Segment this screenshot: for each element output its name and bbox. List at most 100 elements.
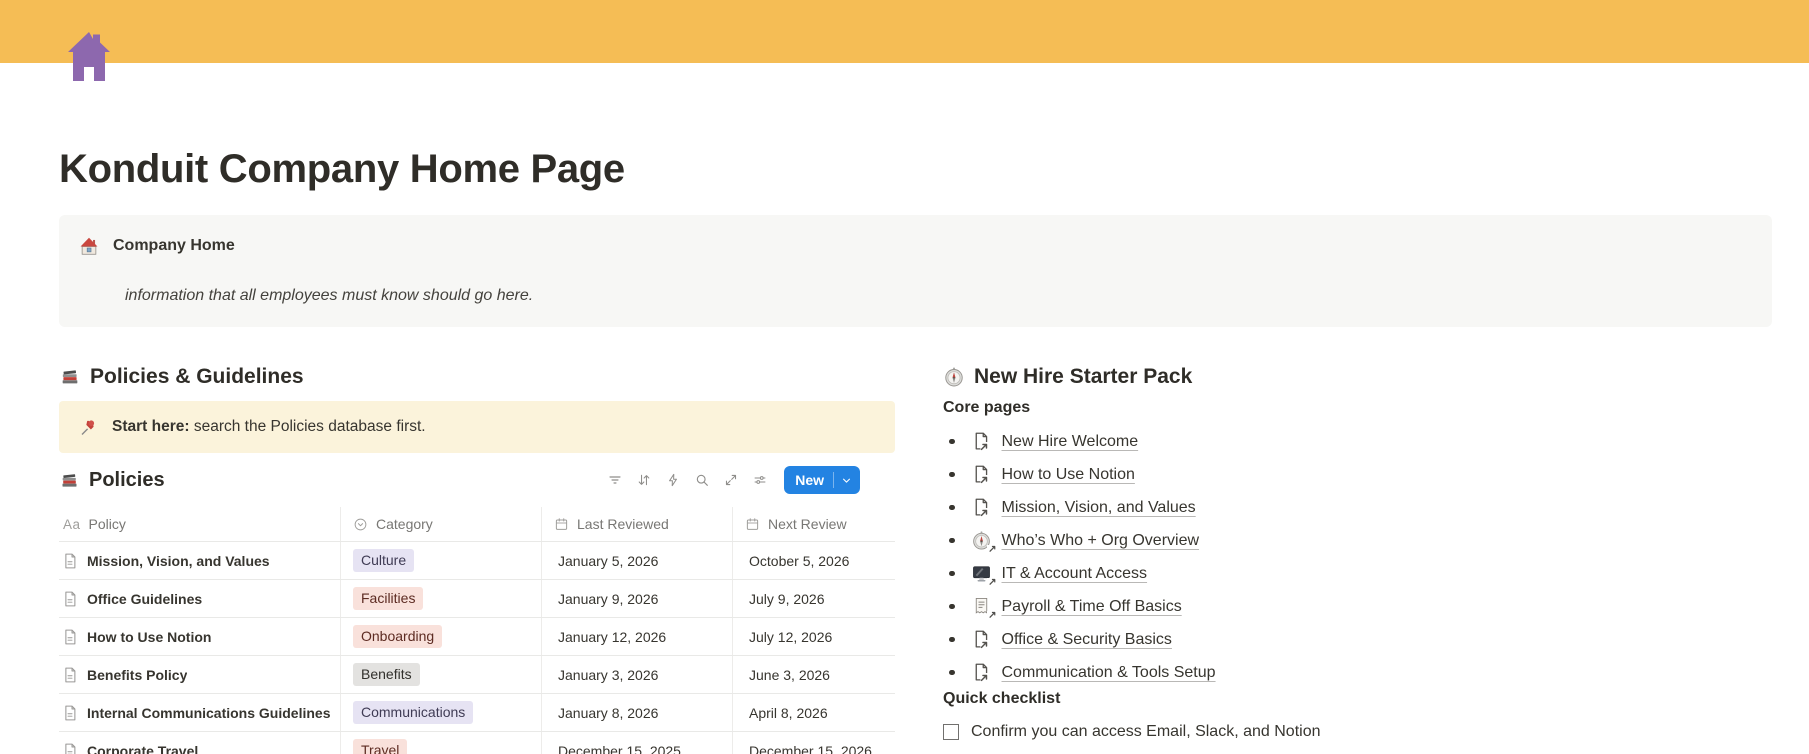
last-reviewed-date: December 15, 2025 [542,732,733,754]
page-link[interactable]: Mission, Vision, and Values [1002,499,1196,517]
chevron-down-icon[interactable] [840,474,853,487]
table-row[interactable]: Office Guidelines Facilities January 9, … [59,580,895,618]
column-header[interactable]: Next Review [733,507,895,541]
doc-icon [61,552,79,570]
page-title[interactable]: Konduit Company Home Page [59,147,1772,191]
page-link[interactable]: New Hire Welcome [1002,433,1139,451]
category-tag: Benefits [353,663,420,686]
page-icon [971,662,992,683]
page-link[interactable]: Office & Security Basics [1002,631,1172,649]
column-header-label: Policy [88,516,126,532]
page-link[interactable]: How to Use Notion [1002,466,1135,484]
bullet-icon [949,570,955,577]
text-icon: Aa [63,516,81,532]
page-icon: ↗ [971,563,997,588]
policy-page-link[interactable]: Benefits Policy [87,667,187,683]
checklist-item: Confirm you can access Email, Slack, and… [943,716,1772,748]
policy-page-link[interactable]: Mission, Vision, and Values [87,553,270,569]
policy-page-link[interactable]: Corporate Travel [87,743,198,754]
page-cover [0,0,1809,63]
column-header-label: Category [376,516,433,532]
page-icon: ↗ [971,530,997,555]
page-link[interactable]: Who’s Who + Org Overview [1002,532,1200,550]
policy-page-link[interactable]: How to Use Notion [87,629,211,645]
table-row[interactable]: Corporate Travel Travel December 15, 202… [59,732,895,754]
category-tag: Travel [353,739,408,754]
todo-checkbox[interactable] [943,724,959,740]
next-review-date: July 9, 2026 [749,590,825,607]
column-header-icon [554,517,569,532]
next-review-date: June 3, 2026 [749,666,830,683]
table-row[interactable]: Internal Communications Guidelines Commu… [59,694,895,732]
expand-icon[interactable] [723,472,739,488]
starter-pack-heading: New Hire Starter Pack [943,364,1772,390]
column-header[interactable]: Aa Policy [59,507,341,541]
link-arrow-icon: ↗ [987,544,997,555]
books-icon [59,366,81,388]
next-review-date: October 5, 2026 [749,552,850,569]
doc-icon [61,590,79,608]
db-toolbar-icons [607,472,768,488]
table-row[interactable]: How to Use Notion Onboarding January 12,… [59,618,895,656]
core-page-item[interactable]: ↗ Who’s Who + Org Overview [943,524,1772,557]
bullet-icon [949,537,955,544]
notion-page: Konduit Company Home Page Company Home i… [0,0,1809,754]
page-link-icon [971,497,992,518]
callout-note: information that all employees must know… [125,287,534,304]
filter-icon[interactable] [607,472,623,488]
quick-checklist-label: Quick checklist [943,690,1061,707]
core-page-item[interactable]: How to Use Notion [943,458,1772,491]
page-link[interactable]: IT & Account Access [1002,565,1148,583]
bolt-icon[interactable] [665,472,681,488]
table-row[interactable]: Mission, Vision, and Values Culture Janu… [59,542,895,580]
page-link[interactable]: Communication & Tools Setup [1002,664,1216,682]
pushpin-icon [78,417,98,437]
bullet-icon [949,636,955,643]
column-header[interactable]: Category [341,507,542,541]
doc-icon [61,704,79,722]
sort-icon[interactable] [636,472,652,488]
quick-checklist: Confirm you can access Email, Slack, and… [943,716,1772,754]
page-link-icon [971,662,992,683]
start-here-callout: Start here: search the Policies database… [59,401,895,453]
last-reviewed-date: January 8, 2026 [542,694,733,731]
core-page-item[interactable]: Mission, Vision, and Values [943,491,1772,524]
books-icon [59,470,80,491]
column-header-label: Next Review [768,516,847,532]
calendar-icon [554,517,569,532]
search-icon[interactable] [694,472,710,488]
policies-section-title: Policies & Guidelines [90,365,304,388]
core-page-item[interactable]: ↗ IT & Account Access [943,557,1772,590]
column-header-icon [745,517,760,532]
new-button[interactable]: New [784,466,860,494]
last-reviewed-date: January 3, 2026 [542,656,733,693]
policy-page-link[interactable]: Office Guidelines [87,591,202,607]
page-icon: ↗ [971,596,997,621]
column-header[interactable]: Last Reviewed [542,507,733,541]
core-page-item[interactable]: New Hire Welcome [943,425,1772,458]
link-arrow-icon: ↗ [987,610,997,621]
policies-db-title[interactable]: Policies [59,469,165,492]
page-icon [971,464,992,485]
bullet-icon [949,669,955,676]
core-page-item[interactable]: Communication & Tools Setup [943,656,1772,689]
page-icon [971,431,992,452]
core-page-item[interactable]: ↗ Payroll & Time Off Basics [943,590,1772,623]
policies-table-body: Mission, Vision, and Values Culture Janu… [59,542,895,754]
column-header-label: Last Reviewed [577,516,669,532]
core-pages-list: New Hire Welcome How to Use Notion Missi… [943,425,1772,689]
doc-icon [61,742,79,754]
todo-label: Confirm you can access Email, Slack, and… [971,723,1321,740]
policy-page-link[interactable]: Internal Communications Guidelines [87,705,330,721]
table-row[interactable]: Benefits Policy Benefits January 3, 2026… [59,656,895,694]
core-page-item[interactable]: Office & Security Basics [943,623,1772,656]
settings-icon[interactable] [752,472,768,488]
category-tag: Onboarding [353,625,443,648]
next-review-date: December 15, 2026 [749,742,872,754]
compass-icon [943,366,965,388]
page-icon [971,629,992,650]
page-link[interactable]: Payroll & Time Off Basics [1002,598,1182,616]
db-toolbar: New [607,466,860,494]
link-arrow-icon: ↗ [987,577,997,588]
column-header-icon [353,517,368,532]
